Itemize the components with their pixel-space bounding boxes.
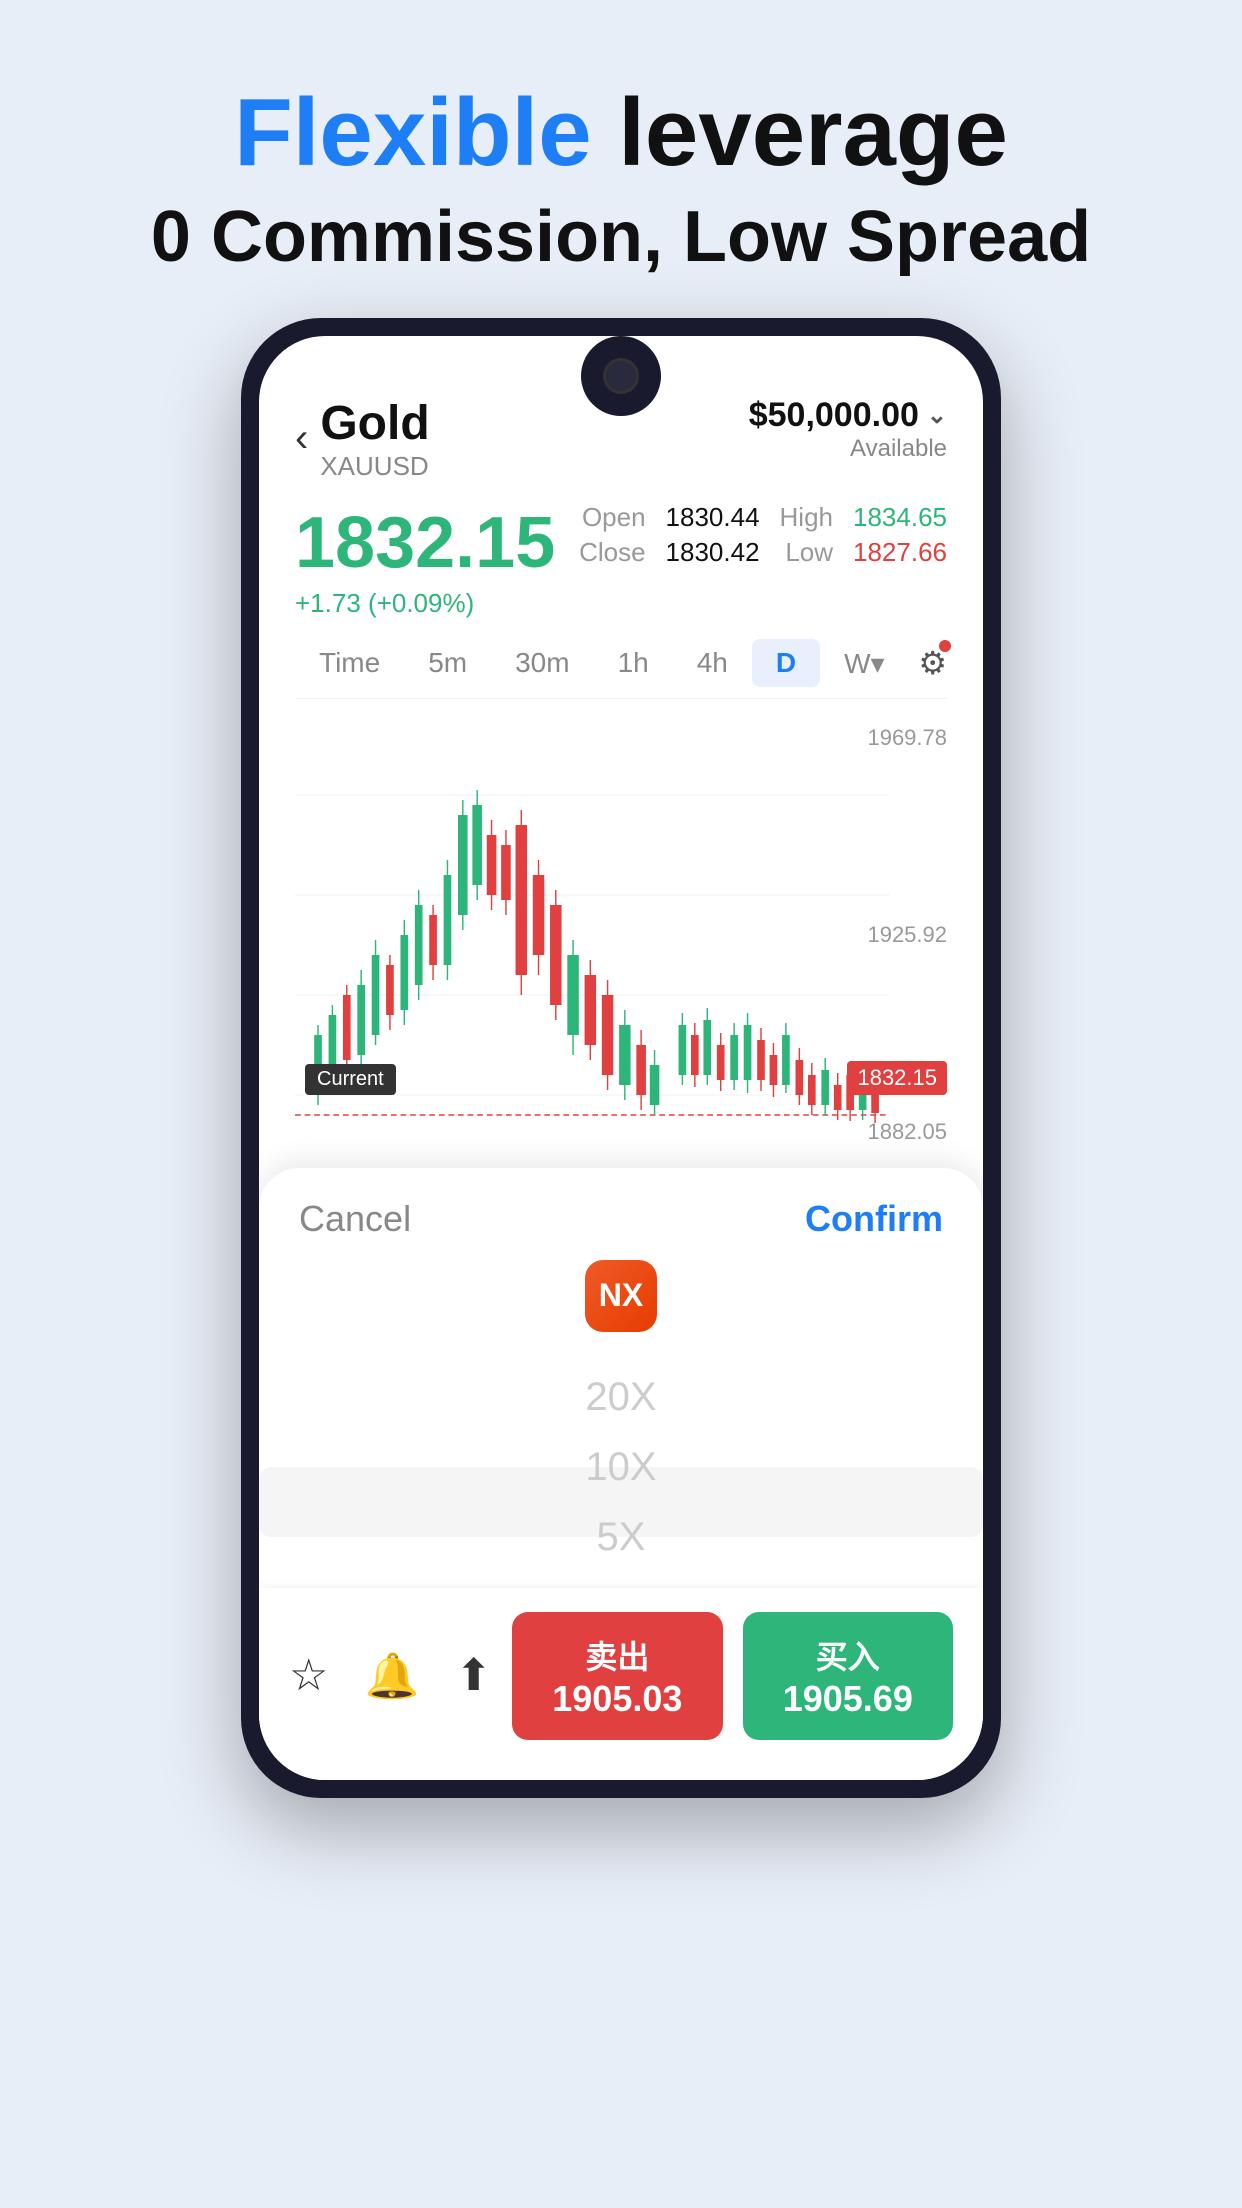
- bottom-nav-bar: ☆ 🔔 ⬆ 卖出 1905.03 买入 1905.69: [259, 1588, 983, 1780]
- back-arrow-icon: ‹: [295, 416, 308, 461]
- phone-notch: [581, 336, 661, 416]
- tf-D[interactable]: D: [752, 639, 820, 687]
- chevron-down-icon: ⌄: [927, 401, 947, 430]
- back-area[interactable]: ‹ Gold XAUUSD: [295, 396, 430, 482]
- buy-price: 1905.69: [763, 1678, 933, 1720]
- picker-item-10x: 10X: [259, 1432, 983, 1502]
- tf-W[interactable]: W▾: [820, 639, 908, 688]
- price-section: 1832.15 +1.73 (+0.09%) Open 1830.44 High…: [295, 502, 947, 619]
- tf-time[interactable]: Time: [295, 639, 404, 687]
- page-title: Flexible leverage: [60, 80, 1182, 186]
- low-value: 1827.66: [853, 537, 947, 568]
- leverage-text: leverage: [592, 79, 1008, 186]
- tf-5m[interactable]: 5m: [404, 639, 491, 687]
- price-level-2: 1925.92: [867, 922, 947, 948]
- nx-badge: NX: [585, 1260, 657, 1332]
- timeframe-bar: Time 5m 30m 1h 4h D W▾ ⚙: [295, 639, 947, 699]
- instrument-info: Gold XAUUSD: [320, 396, 429, 482]
- balance-value: $50,000.00: [749, 396, 919, 435]
- star-icon[interactable]: ☆: [289, 1650, 328, 1702]
- instrument-code: XAUUSD: [320, 451, 429, 482]
- chart-settings[interactable]: ⚙: [918, 644, 947, 682]
- sell-label: 卖出: [532, 1632, 702, 1678]
- current-line-label: 1832.15: [847, 1061, 947, 1095]
- leverage-picker-panel: Cancel Confirm NX 20X 10X 5X 1X: [259, 1168, 983, 1780]
- price-level-1: 1969.78: [867, 725, 947, 751]
- buy-label: 买入: [763, 1632, 933, 1678]
- tf-4h[interactable]: 4h: [673, 639, 752, 687]
- nx-label: NX: [599, 1277, 643, 1314]
- current-price: 1832.15: [295, 502, 555, 584]
- tf-30m[interactable]: 30m: [491, 639, 593, 687]
- current-tag: Current: [305, 1064, 396, 1095]
- price-change: +1.73 (+0.09%): [295, 588, 555, 619]
- confirm-button[interactable]: Confirm: [805, 1198, 943, 1240]
- picker-item-20x: 20X: [259, 1362, 983, 1432]
- high-label: High: [780, 502, 833, 533]
- ohlc-grid: Open 1830.44 High 1834.65 Close 1830.42 …: [579, 502, 947, 568]
- price-level-3: 1882.05: [867, 1119, 947, 1145]
- phone-frame: ‹ Gold XAUUSD $50,000.00 ⌄ Available: [241, 318, 1001, 1798]
- account-info[interactable]: $50,000.00 ⌄ Available: [749, 396, 947, 463]
- phone-screen: ‹ Gold XAUUSD $50,000.00 ⌄ Available: [259, 336, 983, 1780]
- sell-price: 1905.03: [532, 1678, 702, 1720]
- sell-button[interactable]: 卖出 1905.03: [512, 1612, 722, 1740]
- tf-1h[interactable]: 1h: [594, 639, 673, 687]
- header-subtitle: 0 Commission, Low Spread: [60, 196, 1182, 278]
- high-value: 1834.65: [853, 502, 947, 533]
- nav-icons-group: ☆ 🔔 ⬆: [289, 1650, 492, 1702]
- chart-area: 1969.78 1925.92 1882.05 Current 1832.15: [295, 715, 947, 1155]
- screen-content: ‹ Gold XAUUSD $50,000.00 ⌄ Available: [259, 336, 983, 1780]
- phone-container: ‹ Gold XAUUSD $50,000.00 ⌄ Available: [241, 318, 1001, 1798]
- close-label: Close: [579, 537, 645, 568]
- low-label: Low: [780, 537, 833, 568]
- share-icon[interactable]: ⬆: [455, 1650, 492, 1702]
- open-value: 1830.44: [666, 502, 760, 533]
- close-value: 1830.42: [666, 537, 760, 568]
- trade-buttons: 卖出 1905.03 买入 1905.69: [512, 1612, 953, 1740]
- settings-notification-dot: [939, 640, 951, 652]
- buy-button[interactable]: 买入 1905.69: [743, 1612, 953, 1740]
- panel-actions: Cancel Confirm: [259, 1188, 983, 1260]
- account-balance-row: $50,000.00 ⌄: [749, 396, 947, 435]
- open-label: Open: [579, 502, 645, 533]
- instrument-name: Gold: [320, 396, 429, 451]
- picker-item-5x: 5X: [259, 1502, 983, 1572]
- bell-icon[interactable]: 🔔: [364, 1650, 419, 1702]
- cancel-button[interactable]: Cancel: [299, 1198, 411, 1240]
- header-section: Flexible leverage 0 Commission, Low Spre…: [0, 0, 1242, 318]
- camera-dot: [603, 358, 639, 394]
- account-label: Available: [749, 435, 947, 463]
- flexible-text: Flexible: [234, 79, 591, 186]
